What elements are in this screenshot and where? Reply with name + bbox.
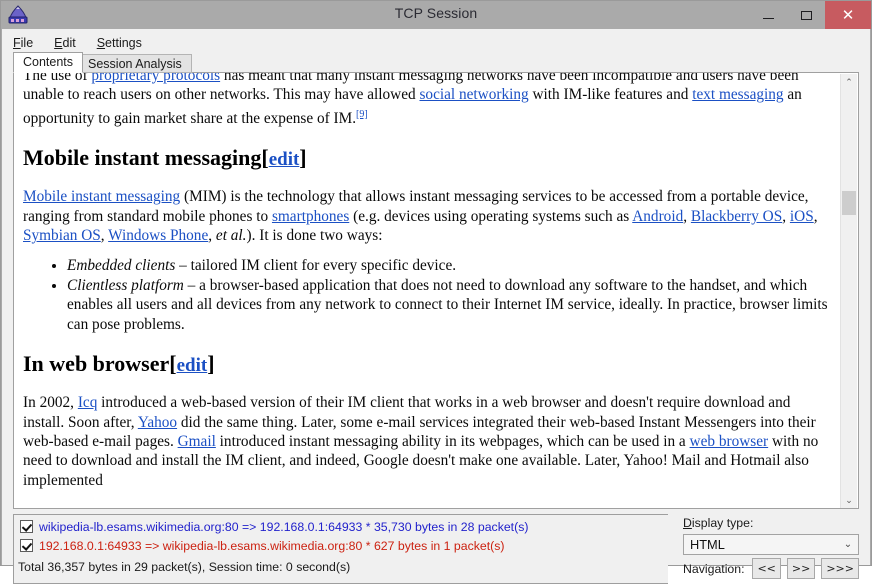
scroll-up-icon[interactable]: ⌃ [841, 74, 857, 91]
maximize-button[interactable] [787, 1, 825, 29]
list-item-text: – tailored IM client for every specific … [175, 256, 457, 274]
minimize-icon [762, 17, 774, 19]
packet-row[interactable]: 192.168.0.1:64933 => wikipedia-lb.esams.… [16, 536, 665, 555]
display-controls-panel: Display type: HTML ⌄ Navigation: << >> >… [668, 514, 859, 584]
bracket: ] [207, 351, 215, 377]
heading-text: In web browser [23, 351, 170, 377]
menu-file[interactable]: File [13, 35, 42, 51]
menu-edit[interactable]: Edit [54, 35, 85, 51]
link-smartphones[interactable]: smartphones [272, 208, 349, 225]
tab-contents[interactable]: Contents [13, 52, 84, 73]
bracket: [ [169, 351, 177, 377]
reference-marker: [9] [356, 109, 368, 120]
mim-types-list: Embedded clients – tailored IM client fo… [23, 256, 833, 335]
bracket: [ [261, 145, 269, 171]
text-fragment: with IM-like features and [528, 86, 693, 104]
link-text-messaging[interactable]: text messaging [692, 86, 783, 103]
navigation-label: Navigation: [683, 562, 745, 576]
display-type-label: Display type: [683, 516, 754, 530]
link-ios[interactable]: iOS [790, 208, 814, 225]
link-edit-section-webbrowser[interactable]: edit [177, 355, 208, 376]
minimize-button[interactable] [749, 1, 787, 29]
menu-bar: File Edit Settings [13, 33, 163, 52]
packet-summary-panel: wikipedia-lb.esams.wikimedia.org:80 => 1… [13, 514, 668, 584]
link-blackberry-os[interactable]: Blackberry OS [691, 208, 782, 225]
tab-session-analysis[interactable]: Session Analysis [78, 54, 192, 73]
close-button[interactable]: ✕ [825, 1, 871, 29]
list-item: Embedded clients – tailored IM client fo… [67, 256, 833, 275]
nav-next-button[interactable]: >> [786, 558, 816, 579]
scrollbar-thumb[interactable] [842, 191, 856, 215]
packet-label: wikipedia-lb.esams.wikimedia.org:80 => 1… [39, 519, 529, 534]
link-social-networking[interactable]: social networking [419, 86, 528, 103]
text-fragment: , [208, 227, 216, 245]
maximize-icon [800, 10, 812, 20]
client-area: File Edit Settings Session Analysis Cont… [2, 29, 870, 584]
text-fragment: (e.g. devices using operating systems su… [349, 207, 633, 225]
heading-text: Mobile instant messaging [23, 145, 262, 171]
window-controls: ✕ [749, 1, 871, 29]
tab-strip: Session Analysis Contents [13, 52, 859, 73]
window-title: TCP Session [394, 5, 478, 21]
text-fragment: ). It is done two ways: [246, 227, 383, 245]
paragraph-proprietary-protocols: The use of proprietary protocols has mea… [23, 72, 833, 128]
vertical-scrollbar[interactable]: ⌃ ⌄ [840, 74, 857, 508]
link-web-browser[interactable]: web browser [690, 433, 769, 450]
display-type-select[interactable]: HTML ⌄ [683, 534, 859, 555]
heading-in-web-browser: In web browser[edit] [23, 351, 833, 379]
link-reference-9[interactable]: [9] [356, 109, 368, 120]
list-item-term: Embedded clients [67, 256, 176, 274]
text-fragment: introduced instant messaging ability in … [215, 432, 690, 450]
text-fragment: , [683, 207, 691, 225]
link-proprietary-protocols[interactable]: proprietary protocols [91, 73, 220, 84]
nav-prev-button[interactable]: << [752, 558, 781, 579]
list-item-term: Clientless platform [67, 276, 184, 294]
link-android[interactable]: Android [632, 208, 683, 225]
menu-settings[interactable]: Settings [97, 35, 151, 51]
text-fragment: , [813, 207, 818, 225]
link-icq[interactable]: Icq [78, 394, 98, 411]
document-body: The use of proprietary protocols has mea… [23, 72, 833, 500]
chevron-down-icon: ⌄ [843, 539, 853, 550]
link-edit-section-mobile[interactable]: edit [269, 149, 300, 170]
session-total-status: Total 36,357 bytes in 29 packet(s), Sess… [18, 560, 351, 574]
navigation-buttons: << >> >>> [752, 558, 859, 579]
link-mobile-instant-messaging[interactable]: Mobile instant messaging [23, 188, 180, 205]
nav-last-button[interactable]: >>> [821, 558, 859, 579]
display-type-value: HTML [690, 537, 725, 552]
link-windows-phone[interactable]: Windows Phone [108, 227, 208, 244]
bracket: ] [299, 145, 307, 171]
text-fragment: , [782, 207, 790, 225]
packet-label: 192.168.0.1:64933 => wikipedia-lb.esams.… [39, 538, 505, 553]
title-bar: TCP Session ✕ [1, 1, 871, 29]
close-icon: ✕ [841, 5, 855, 24]
content-pane: The use of proprietary protocols has mea… [13, 72, 859, 509]
link-gmail[interactable]: Gmail [178, 433, 216, 450]
scroll-down-icon[interactable]: ⌄ [841, 492, 857, 508]
packet-row[interactable]: wikipedia-lb.esams.wikimedia.org:80 => 1… [16, 517, 665, 536]
link-yahoo[interactable]: Yahoo [138, 414, 177, 431]
text-fragment: In 2002, [23, 394, 78, 412]
packet-checkbox[interactable] [20, 520, 33, 533]
text-et-al: et al. [215, 227, 247, 245]
packet-list: wikipedia-lb.esams.wikimedia.org:80 => 1… [16, 517, 665, 555]
paragraph-mim-definition: Mobile instant messaging (MIM) is the te… [23, 187, 833, 245]
list-item: Clientless platform – a browser-based ap… [67, 276, 833, 334]
link-symbian-os[interactable]: Symbian OS [23, 227, 101, 244]
tcp-session-window: TCP Session ✕ File Edit Settings Session… [0, 0, 872, 584]
paragraph-web-browser-history: In 2002, Icq introduced a web-based vers… [23, 393, 833, 490]
heading-mobile-instant-messaging: Mobile instant messaging[edit] [23, 145, 833, 173]
packet-checkbox[interactable] [20, 539, 33, 552]
text-fragment: The use of [23, 72, 92, 84]
